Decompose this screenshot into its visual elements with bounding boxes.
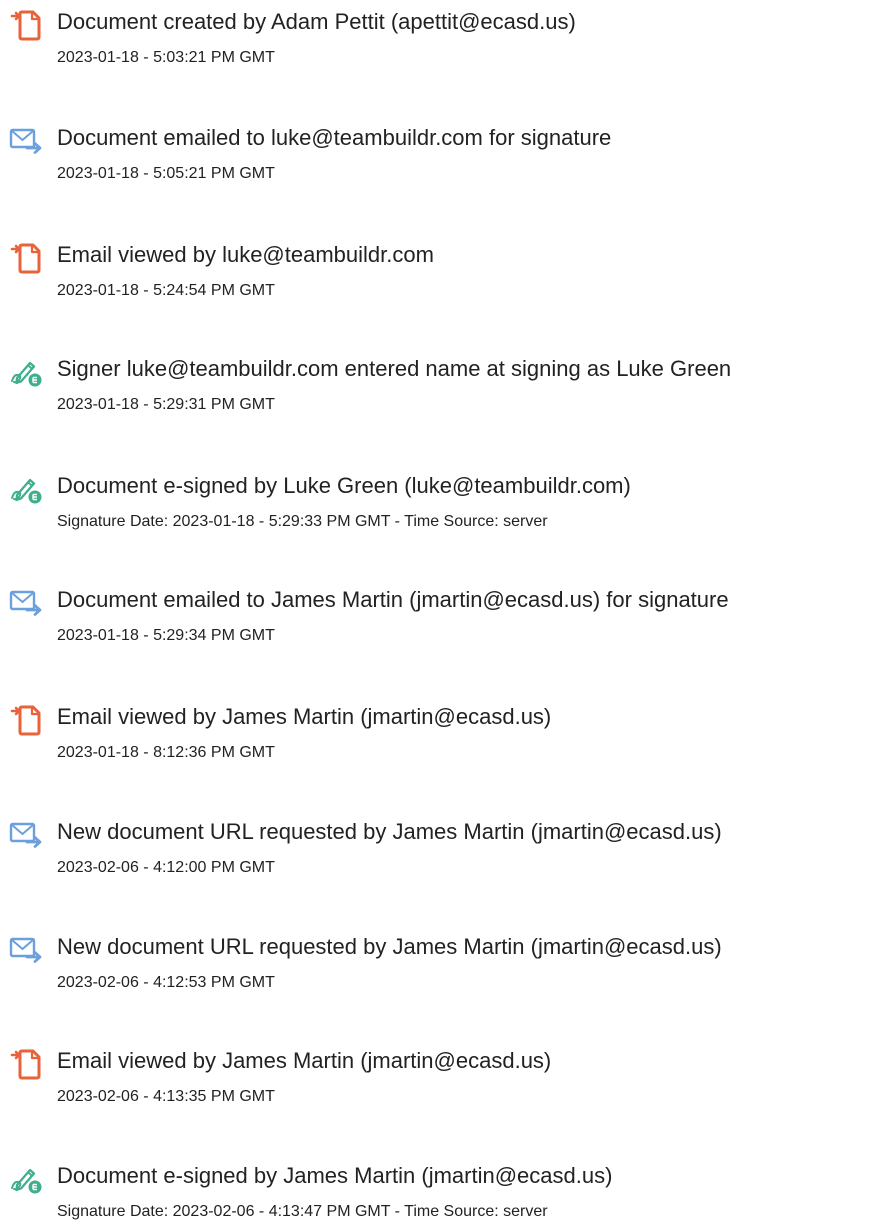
signature-pen-icon <box>8 356 44 388</box>
event-timestamp: 2023-02-06 - 4:12:53 PM GMT <box>57 974 275 991</box>
email-sent-icon <box>8 934 44 966</box>
email-viewed-icon <box>8 242 44 274</box>
event-timestamp: 2023-01-18 - 5:03:21 PM GMT <box>57 49 275 66</box>
audit-event: Document created by Adam Pettit (apettit… <box>0 8 874 78</box>
audit-event: Document e-signed by James Martin (jmart… <box>0 1162 874 1232</box>
event-description: Document created by Adam Pettit (apettit… <box>57 9 576 34</box>
audit-event: Document emailed to luke@teambuildr.com … <box>0 124 874 194</box>
signature-date: Signature Date: 2023-01-18 - 5:29:33 PM … <box>57 513 548 530</box>
event-description: Signer luke@teambuildr.com entered name … <box>57 356 732 381</box>
signature-date: Signature Date: 2023-02-06 - 4:13:47 PM … <box>57 1203 548 1220</box>
event-description: Document emailed to James Martin (jmarti… <box>57 587 729 612</box>
event-timestamp: 2023-01-18 - 5:05:21 PM GMT <box>57 165 275 182</box>
email-sent-icon <box>8 125 44 157</box>
event-description: New document URL requested by James Mart… <box>57 934 722 959</box>
audit-event: Email viewed by James Martin (jmartin@ec… <box>0 703 874 773</box>
audit-event: Email viewed by James Martin (jmartin@ec… <box>0 1047 874 1117</box>
email-sent-icon <box>8 819 44 851</box>
event-timestamp: 2023-01-18 - 5:29:31 PM GMT <box>57 396 275 413</box>
audit-event: Document emailed to James Martin (jmarti… <box>0 586 874 656</box>
event-description: Document e-signed by James Martin (jmart… <box>57 1163 613 1188</box>
event-description: New document URL requested by James Mart… <box>57 819 722 844</box>
signature-pen-icon <box>8 1163 44 1195</box>
audit-event: New document URL requested by James Mart… <box>0 933 874 1003</box>
audit-event: Document e-signed by Luke Green (luke@te… <box>0 472 874 542</box>
email-sent-icon <box>8 587 44 619</box>
event-timestamp: 2023-02-06 - 4:12:00 PM GMT <box>57 859 275 876</box>
event-timestamp: 2023-01-18 - 5:29:34 PM GMT <box>57 627 275 644</box>
audit-trail-list: Document created by Adam Pettit (apettit… <box>0 0 874 1224</box>
audit-event: Signer luke@teambuildr.com entered name … <box>0 355 874 425</box>
event-timestamp: 2023-01-18 - 5:24:54 PM GMT <box>57 282 275 299</box>
event-timestamp: 2023-02-06 - 4:13:35 PM GMT <box>57 1088 275 1105</box>
event-description: Email viewed by James Martin (jmartin@ec… <box>57 704 552 729</box>
audit-event: Email viewed by luke@teambuildr.com 2023… <box>0 241 874 311</box>
event-description: Email viewed by James Martin (jmartin@ec… <box>57 1048 552 1073</box>
event-description: Document emailed to luke@teambuildr.com … <box>57 125 612 150</box>
email-viewed-icon <box>8 1048 44 1080</box>
signature-pen-icon <box>8 473 44 505</box>
audit-event: New document URL requested by James Mart… <box>0 818 874 888</box>
event-description: Document e-signed by Luke Green (luke@te… <box>57 473 631 498</box>
event-description: Email viewed by luke@teambuildr.com <box>57 242 434 267</box>
email-viewed-icon <box>8 704 44 736</box>
event-timestamp: 2023-01-18 - 8:12:36 PM GMT <box>57 744 275 761</box>
document-created-icon <box>8 9 44 41</box>
